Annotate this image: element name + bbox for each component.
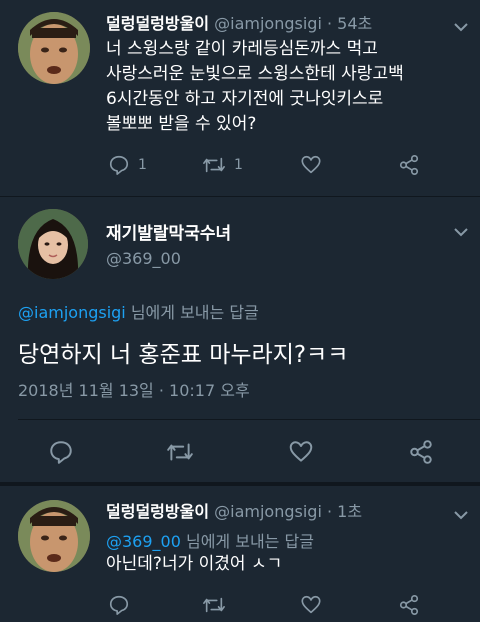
tweet-2[interactable]: 재기발랄막국수녀 @369_00 @iamjongsigi 님에게 보내는 답글… <box>0 197 480 480</box>
retweet-button[interactable] <box>202 594 226 616</box>
share-icon <box>399 155 419 175</box>
avatar[interactable] <box>18 12 90 84</box>
reply-button[interactable] <box>108 594 130 616</box>
share-icon <box>399 595 419 615</box>
avatar[interactable] <box>18 209 88 279</box>
share-button[interactable] <box>398 154 420 176</box>
tweet-actions <box>0 594 480 618</box>
reply-context: @iamjongsigi 님에게 보내는 답글 <box>18 299 259 323</box>
tweet-actions: 1 1 <box>0 154 480 178</box>
like-button[interactable] <box>300 594 322 616</box>
user-handle[interactable]: @iamjongsigi <box>214 502 322 521</box>
reply-button[interactable]: 1 <box>108 154 147 176</box>
reply-mention-link[interactable]: @369_00 <box>106 532 181 551</box>
retweet-icon <box>203 157 225 173</box>
heart-icon <box>301 595 321 614</box>
avatar-photo <box>18 12 90 84</box>
tweet-text-line: 사랑스러운 눈빛으로 스윙스한테 사랑고백 <box>106 64 404 84</box>
retweet-icon <box>203 597 225 613</box>
tweet-actions <box>0 439 480 467</box>
tweet-text: 당연하지 너 홍준표 마누라지?ㅋㅋ <box>18 342 349 368</box>
tweet-text: 너 스윙스랑 같이 카레등심돈까스 먹고 사랑스러운 눈빛으로 스윙스한테 사랑… <box>106 37 466 137</box>
share-button[interactable] <box>408 439 434 465</box>
reply-icon <box>50 441 72 464</box>
reply-context: @369_00 님에게 보내는 답글 <box>106 528 314 552</box>
retweet-count: 1 <box>234 157 243 173</box>
avatar-photo <box>18 500 90 572</box>
reply-context-suffix: 님에게 보내는 답글 <box>180 532 314 551</box>
tweet-text-line: 6시간동안 하고 자기전에 굿나잇키스로 <box>106 89 384 109</box>
tweet-text: 아닌데?너가 이겼어 ㅅㄱ <box>106 554 283 574</box>
divider <box>18 419 480 420</box>
reply-context-suffix: 님에게 보내는 답글 <box>125 303 259 322</box>
user-handle[interactable]: @iamjongsigi <box>214 14 322 33</box>
tweet-time[interactable]: · 1초 <box>327 502 362 521</box>
display-name[interactable]: 덜렁덜렁방울이 <box>106 502 209 521</box>
share-button[interactable] <box>398 594 420 616</box>
like-button[interactable] <box>300 154 322 176</box>
avatar[interactable] <box>18 500 90 572</box>
avatar-photo <box>18 209 88 279</box>
reply-count: 1 <box>138 157 147 173</box>
tweet-text-line: 너 스윙스랑 같이 카레등심돈까스 먹고 <box>106 39 378 59</box>
tweet-1[interactable]: 덜렁덜렁방울이 @iamjongsigi · 54초 너 스윙스랑 같이 카레등… <box>0 0 480 196</box>
reply-mention-link[interactable]: @iamjongsigi <box>18 303 126 322</box>
tweet-time[interactable]: · 54초 <box>327 14 372 33</box>
chevron-down-icon[interactable] <box>452 18 470 36</box>
heart-icon <box>289 441 313 462</box>
share-icon <box>410 440 432 464</box>
display-name[interactable]: 재기발랄막국수녀 <box>106 219 231 244</box>
display-name[interactable]: 덜렁덜렁방울이 <box>106 14 209 33</box>
reply-button[interactable] <box>48 439 74 465</box>
chevron-down-icon[interactable] <box>452 506 470 524</box>
retweet-button[interactable] <box>166 439 194 465</box>
heart-icon <box>301 155 321 174</box>
tweet-timestamp[interactable]: 2018년 11월 13일 · 10:17 오후 <box>18 377 250 401</box>
reply-icon <box>109 155 129 175</box>
reply-icon <box>109 595 129 615</box>
tweet-text-line: 볼뽀뽀 받을 수 있어? <box>106 114 257 134</box>
like-button[interactable] <box>288 439 314 465</box>
chevron-down-icon[interactable] <box>452 223 470 241</box>
retweet-button[interactable]: 1 <box>202 154 243 176</box>
tweet-3[interactable]: 덜렁덜렁방울이 @iamjongsigi · 1초 @369_00 님에게 보내… <box>0 486 480 622</box>
retweet-icon <box>167 443 193 461</box>
user-handle[interactable]: @369_00 <box>106 249 181 268</box>
